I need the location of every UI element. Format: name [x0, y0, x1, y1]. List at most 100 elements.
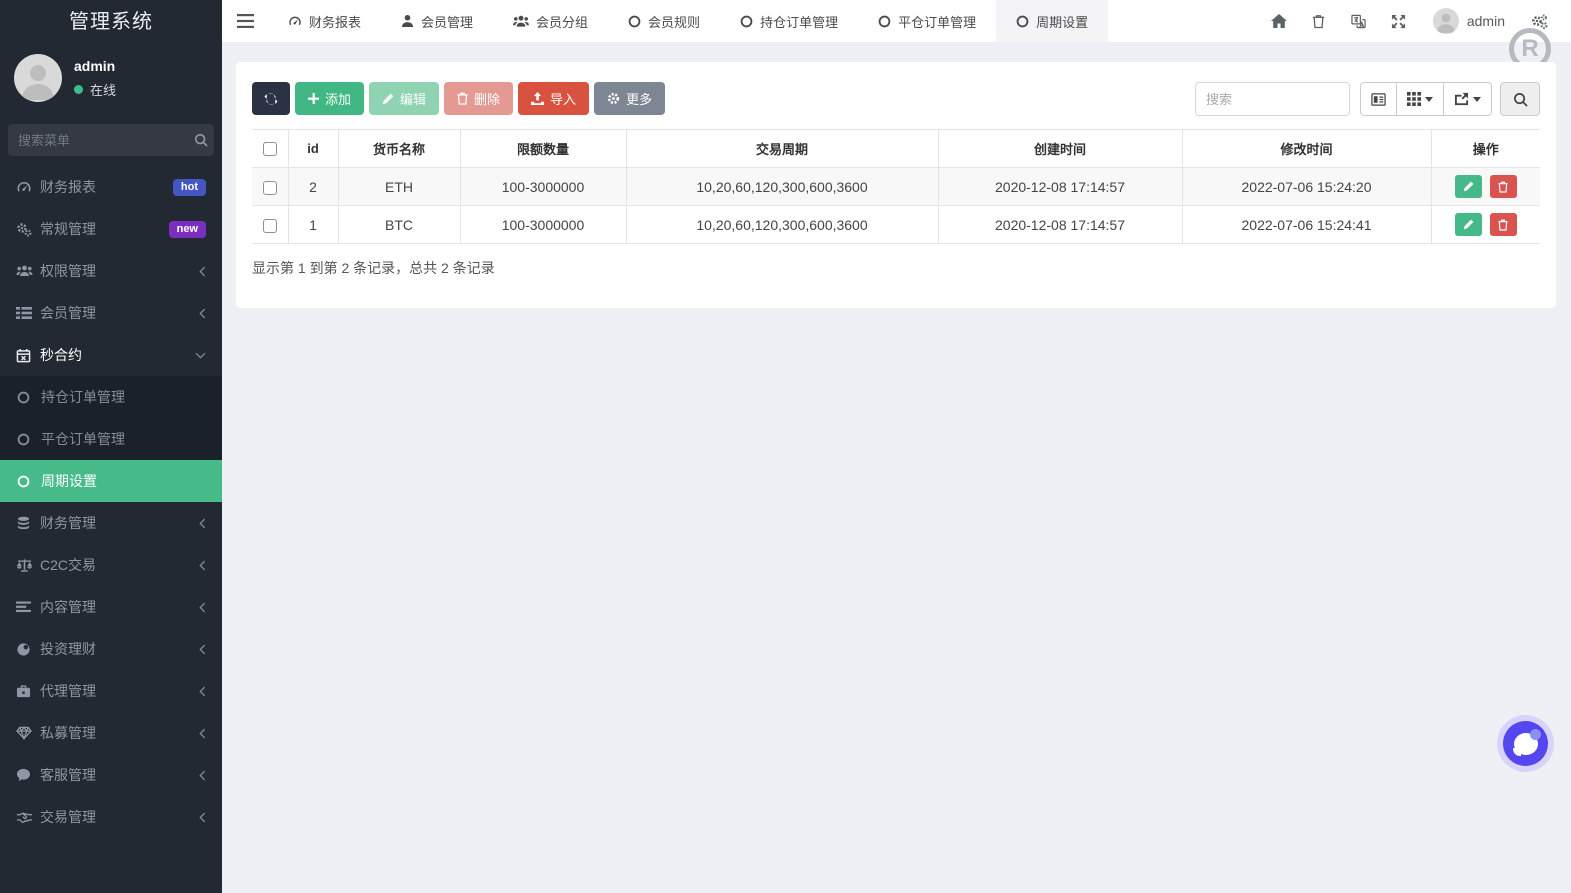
sidebar-item-finance-management[interactable]: 财务管理	[0, 502, 222, 544]
tab-finance-report[interactable]: 财务报表	[268, 0, 381, 42]
sidebar-item-closed-orders[interactable]: 平仓订单管理	[0, 418, 222, 460]
chevron-left-icon	[199, 308, 206, 319]
columns-button[interactable]	[1397, 82, 1444, 116]
refresh-button[interactable]	[252, 82, 290, 115]
row-edit-button[interactable]	[1455, 213, 1482, 236]
add-button[interactable]: 添加	[295, 82, 364, 115]
user-panel: admin 在线	[0, 44, 222, 108]
fullscreen-button[interactable]	[1379, 0, 1419, 42]
tab-member-groups[interactable]: 会员分组	[493, 0, 608, 42]
tab-member-rules[interactable]: 会员规则	[608, 0, 720, 42]
sidebar-item-trade-management[interactable]: 交易管理	[0, 796, 222, 838]
tab-period-settings[interactable]: 周期设置	[996, 0, 1108, 42]
sidebar-item-second-contract[interactable]: 秒合约	[0, 334, 222, 376]
sidebar-item-general-management[interactable]: 常规管理 new	[0, 208, 222, 250]
sidebar-item-label: 投资理财	[40, 639, 199, 659]
row-delete-button[interactable]	[1490, 213, 1517, 236]
sidebar-item-label: 财务管理	[40, 513, 199, 533]
language-button[interactable]	[1339, 0, 1379, 42]
record-summary: 显示第 1 到第 2 条记录，总共 2 条记录	[252, 258, 1540, 278]
search-button[interactable]	[1500, 82, 1540, 116]
cell-modified: 2022-07-06 15:24:41	[1182, 206, 1431, 244]
chat-widget-button[interactable]	[1497, 715, 1554, 772]
sidebar-item-finance-report[interactable]: 财务报表 hot	[0, 166, 222, 208]
upload-icon	[531, 92, 544, 105]
pie-circle-icon	[16, 642, 40, 657]
sidebar-item-agent-management[interactable]: 代理管理	[0, 670, 222, 712]
registered-logo-letter: R	[1521, 35, 1538, 63]
sidebar-toggle-button[interactable]	[222, 0, 268, 42]
cell-periods: 10,20,60,120,300,600,3600	[626, 206, 938, 244]
sidebar-item-open-orders[interactable]: 持仓订单管理	[0, 376, 222, 418]
edit-button[interactable]: 编辑	[369, 82, 439, 115]
add-button-label: 添加	[325, 89, 351, 108]
gem-icon	[16, 726, 40, 740]
more-button[interactable]: 更多	[594, 82, 665, 115]
align-list-icon	[16, 601, 40, 614]
delete-button[interactable]: 删除	[444, 82, 513, 115]
sidebar-item-private-placement[interactable]: 私募管理	[0, 712, 222, 754]
sidebar-search-input[interactable]	[18, 133, 194, 148]
cell-created: 2020-12-08 17:14:57	[938, 168, 1182, 206]
row-checkbox[interactable]	[263, 219, 277, 233]
tab-label: 持仓订单管理	[760, 12, 838, 31]
chevron-down-icon	[195, 352, 206, 359]
sidebar-item-c2c-trade[interactable]: C2C交易	[0, 544, 222, 586]
row-delete-button[interactable]	[1490, 175, 1517, 198]
sidebar-item-label: 代理管理	[40, 681, 199, 701]
pencil-icon	[1463, 219, 1474, 230]
table-search-input[interactable]	[1195, 82, 1350, 116]
sidebar-item-member-management[interactable]: 会员管理	[0, 292, 222, 334]
export-button[interactable]	[1444, 82, 1492, 116]
table-header-row: id 货币名称 限额数量 交易周期 创建时间 修改时间 操作	[252, 130, 1540, 168]
avatar	[14, 54, 62, 102]
new-badge: new	[169, 221, 206, 238]
import-button[interactable]: 导入	[518, 82, 589, 115]
app-title: 管理系统	[0, 0, 222, 44]
column-header-actions: 操作	[1431, 130, 1540, 168]
detail-view-button[interactable]	[1360, 82, 1397, 116]
tab-open-orders[interactable]: 持仓订单管理	[720, 0, 858, 42]
circle-icon	[17, 433, 41, 446]
sidebar-search[interactable]	[8, 124, 214, 156]
chevron-left-icon	[199, 518, 206, 529]
table-card: 添加 编辑 删除 导入 更多	[236, 62, 1556, 308]
caret-down-icon	[1473, 97, 1481, 102]
row-edit-button[interactable]	[1455, 175, 1482, 198]
gear-icon	[607, 92, 620, 105]
clear-cache-button[interactable]	[1299, 0, 1339, 42]
sidebar-item-label: 常规管理	[40, 219, 169, 239]
sidebar-item-label: C2C交易	[40, 555, 199, 575]
person-icon	[14, 54, 62, 102]
cell-currency: BTC	[338, 206, 460, 244]
sidebar-item-label: 交易管理	[40, 807, 199, 827]
user-status-label: 在线	[90, 80, 116, 99]
tab-label: 会员分组	[536, 12, 588, 31]
toolbar-right	[1195, 82, 1540, 116]
calendar-x-icon	[16, 348, 40, 363]
tab-label: 会员管理	[421, 12, 473, 31]
sidebar-item-label: 秒合约	[40, 345, 195, 365]
home-button[interactable]	[1259, 0, 1299, 42]
detail-view-icon	[1371, 92, 1386, 107]
main-content: 添加 编辑 删除 导入 更多	[222, 42, 1571, 893]
sidebar-item-content-management[interactable]: 内容管理	[0, 586, 222, 628]
users-icon	[513, 14, 529, 28]
balance-scale-icon	[16, 558, 40, 573]
edit-button-label: 编辑	[400, 89, 426, 108]
sidebar-item-label: 内容管理	[40, 597, 199, 617]
user-menu[interactable]: admin	[1419, 8, 1519, 34]
sidebar-item-permission-management[interactable]: 权限管理	[0, 250, 222, 292]
circle-icon	[628, 15, 641, 28]
sidebar-item-investment[interactable]: 投资理财	[0, 628, 222, 670]
cogs-icon	[1531, 14, 1548, 29]
row-checkbox[interactable]	[263, 181, 277, 195]
sidebar-item-period-settings[interactable]: 周期设置	[0, 460, 222, 502]
tab-member-management[interactable]: 会员管理	[381, 0, 493, 42]
sidebar-item-label: 持仓订单管理	[41, 387, 125, 407]
tab-closed-orders[interactable]: 平仓订单管理	[858, 0, 996, 42]
select-all-checkbox[interactable]	[263, 142, 277, 156]
briefcase-icon	[16, 684, 40, 698]
sidebar-item-customer-service[interactable]: 客服管理	[0, 754, 222, 796]
home-icon	[1271, 14, 1287, 28]
